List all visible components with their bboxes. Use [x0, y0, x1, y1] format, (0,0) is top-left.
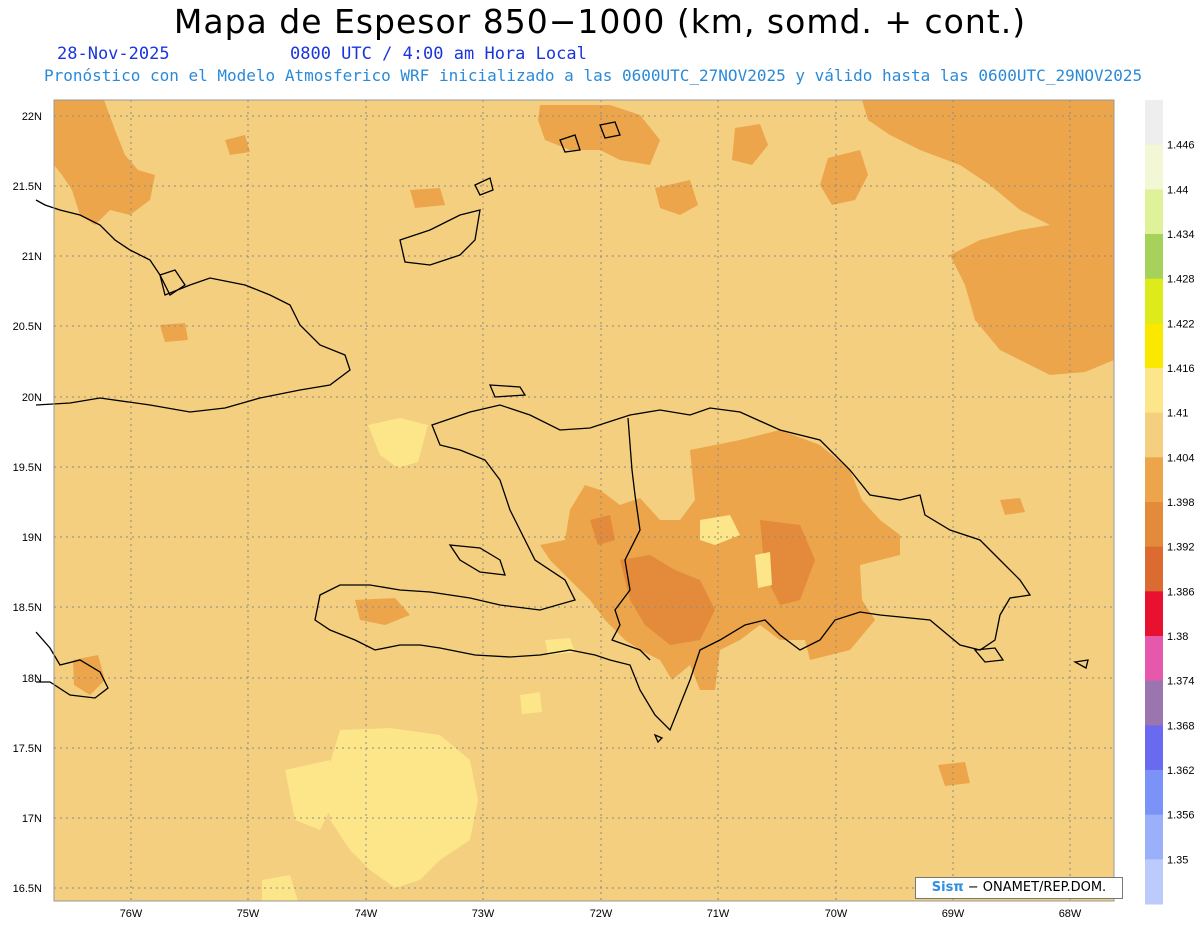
lat-label: 20.5N	[13, 321, 42, 333]
legend-label: 1.416	[1167, 363, 1195, 375]
legend-swatch	[1145, 412, 1163, 458]
lat-label: 21N	[22, 251, 42, 263]
lat-label: 17.5N	[13, 743, 42, 755]
legend-swatch	[1145, 814, 1163, 860]
legend-label: 1.428	[1167, 274, 1195, 286]
legend-label: 1.392	[1167, 542, 1195, 554]
legend-label: 1.422	[1167, 318, 1195, 330]
lat-label: 18.5N	[13, 602, 42, 614]
credit-box: Sisπ − ONAMET/REP.DOM.	[915, 877, 1123, 899]
lat-label: 16.5N	[13, 883, 42, 895]
legend-swatch	[1145, 770, 1163, 816]
lat-label: 18N	[22, 673, 42, 685]
lon-label: 70W	[825, 908, 848, 920]
legend-swatch	[1145, 144, 1163, 190]
legend-swatch	[1145, 636, 1163, 682]
legend-label: 1.362	[1167, 765, 1195, 777]
legend-label: 1.35	[1167, 854, 1188, 866]
legend-label: 1.374	[1167, 676, 1195, 688]
legend-label: 1.41	[1167, 408, 1188, 420]
lon-label: 74W	[355, 908, 378, 920]
legend-swatch	[1145, 859, 1163, 905]
legend-swatch	[1145, 323, 1163, 369]
shade-n-spot	[410, 188, 445, 208]
legend-swatch	[1145, 725, 1163, 771]
lon-label: 76W	[120, 908, 143, 920]
lat-label: 21.5N	[13, 181, 42, 193]
lat-labels: 22N 21.5N 21N 20.5N 20N 19.5N 19N 18.5N …	[13, 111, 42, 895]
legend-swatch	[1145, 368, 1163, 414]
legend-swatch	[1145, 189, 1163, 235]
shade-center-spot4	[545, 638, 575, 655]
legend-label: 1.398	[1167, 497, 1195, 509]
legend-swatch	[1145, 546, 1163, 592]
legend-label: 1.404	[1167, 452, 1195, 464]
lon-label: 72W	[590, 908, 613, 920]
lat-label: 20N	[22, 392, 42, 404]
legend-label: 1.356	[1167, 810, 1195, 822]
legend-swatch	[1145, 591, 1163, 637]
legend-swatch	[1145, 457, 1163, 503]
legend-label: 1.446	[1167, 140, 1195, 152]
lat-label: 19N	[22, 532, 42, 544]
lon-label: 68W	[1059, 908, 1082, 920]
legend-swatch	[1145, 278, 1163, 324]
shade-center-spot	[520, 692, 542, 714]
lon-label: 73W	[472, 908, 495, 920]
legend-swatch	[1145, 100, 1163, 146]
shade-center-spot3	[755, 552, 772, 588]
legend-swatch	[1145, 234, 1163, 280]
thickness-map: 22N 21.5N 21N 20.5N 20N 19.5N 19N 18.5N …	[13, 99, 1195, 920]
lon-label: 71W	[707, 908, 730, 920]
legend-label: 1.44	[1167, 184, 1188, 196]
credit-brand: Sisπ	[931, 880, 964, 895]
lon-label: 75W	[237, 908, 260, 920]
lat-label: 22N	[22, 111, 42, 123]
legend-swatch	[1145, 680, 1163, 726]
lon-labels: 76W 75W 74W 73W 72W 71W 70W 69W 68W	[120, 908, 1082, 920]
legend-label: 1.368	[1167, 720, 1195, 732]
color-legend: 1.446 1.44 1.434 1.428 1.422 1.416 1.41 1.404 1.…	[1145, 100, 1195, 905]
legend-swatch	[1145, 502, 1163, 548]
credit-org: − ONAMET/REP.DOM.	[963, 880, 1107, 895]
legend-label: 1.386	[1167, 586, 1195, 598]
lon-label: 69W	[942, 908, 965, 920]
legend-label: 1.38	[1167, 631, 1188, 643]
legend-label: 1.434	[1167, 229, 1195, 241]
lat-label: 19.5N	[13, 462, 42, 474]
lat-label: 17N	[22, 813, 42, 825]
